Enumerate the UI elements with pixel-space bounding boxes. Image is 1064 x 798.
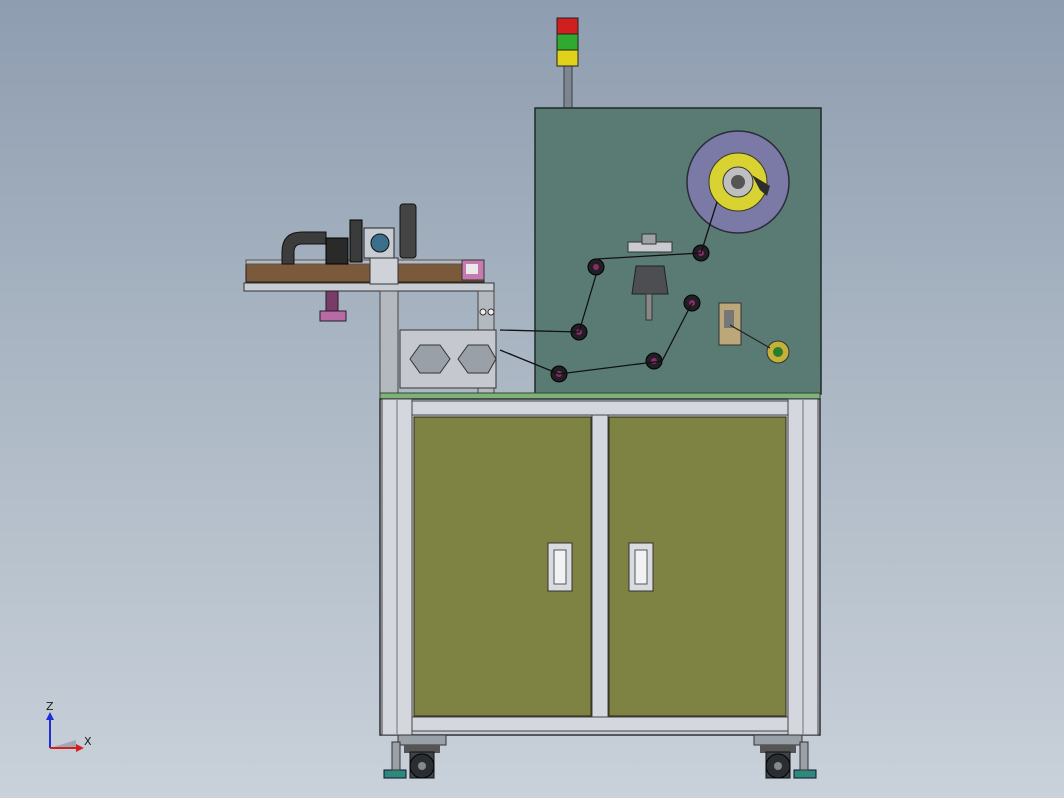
right-door-handle[interactable]	[628, 542, 654, 592]
x-axis-label: X	[84, 735, 92, 748]
caster-right	[753, 734, 817, 779]
cabinet	[379, 392, 821, 736]
stack-light	[556, 17, 579, 111]
z-axis-arrow	[46, 712, 54, 720]
station-table	[243, 282, 495, 292]
z-axis-label: Z	[46, 700, 54, 713]
cad-viewport[interactable]: Z X	[0, 0, 1064, 798]
stack-light-green	[556, 33, 579, 51]
x-axis-arrow	[76, 744, 84, 752]
cabinet-top	[379, 392, 821, 400]
stack-light-pole	[563, 65, 573, 111]
upper-panel	[499, 107, 822, 395]
tape-reel	[686, 130, 790, 234]
caster-left	[383, 734, 447, 779]
axis-triad: Z X	[46, 700, 92, 752]
stack-light-red	[556, 17, 579, 35]
feeding-station	[243, 203, 497, 394]
feed-bed	[245, 263, 485, 283]
vacuum-hose	[281, 231, 327, 265]
stack-light-yellow	[556, 49, 579, 67]
left-door-handle[interactable]	[547, 542, 573, 592]
